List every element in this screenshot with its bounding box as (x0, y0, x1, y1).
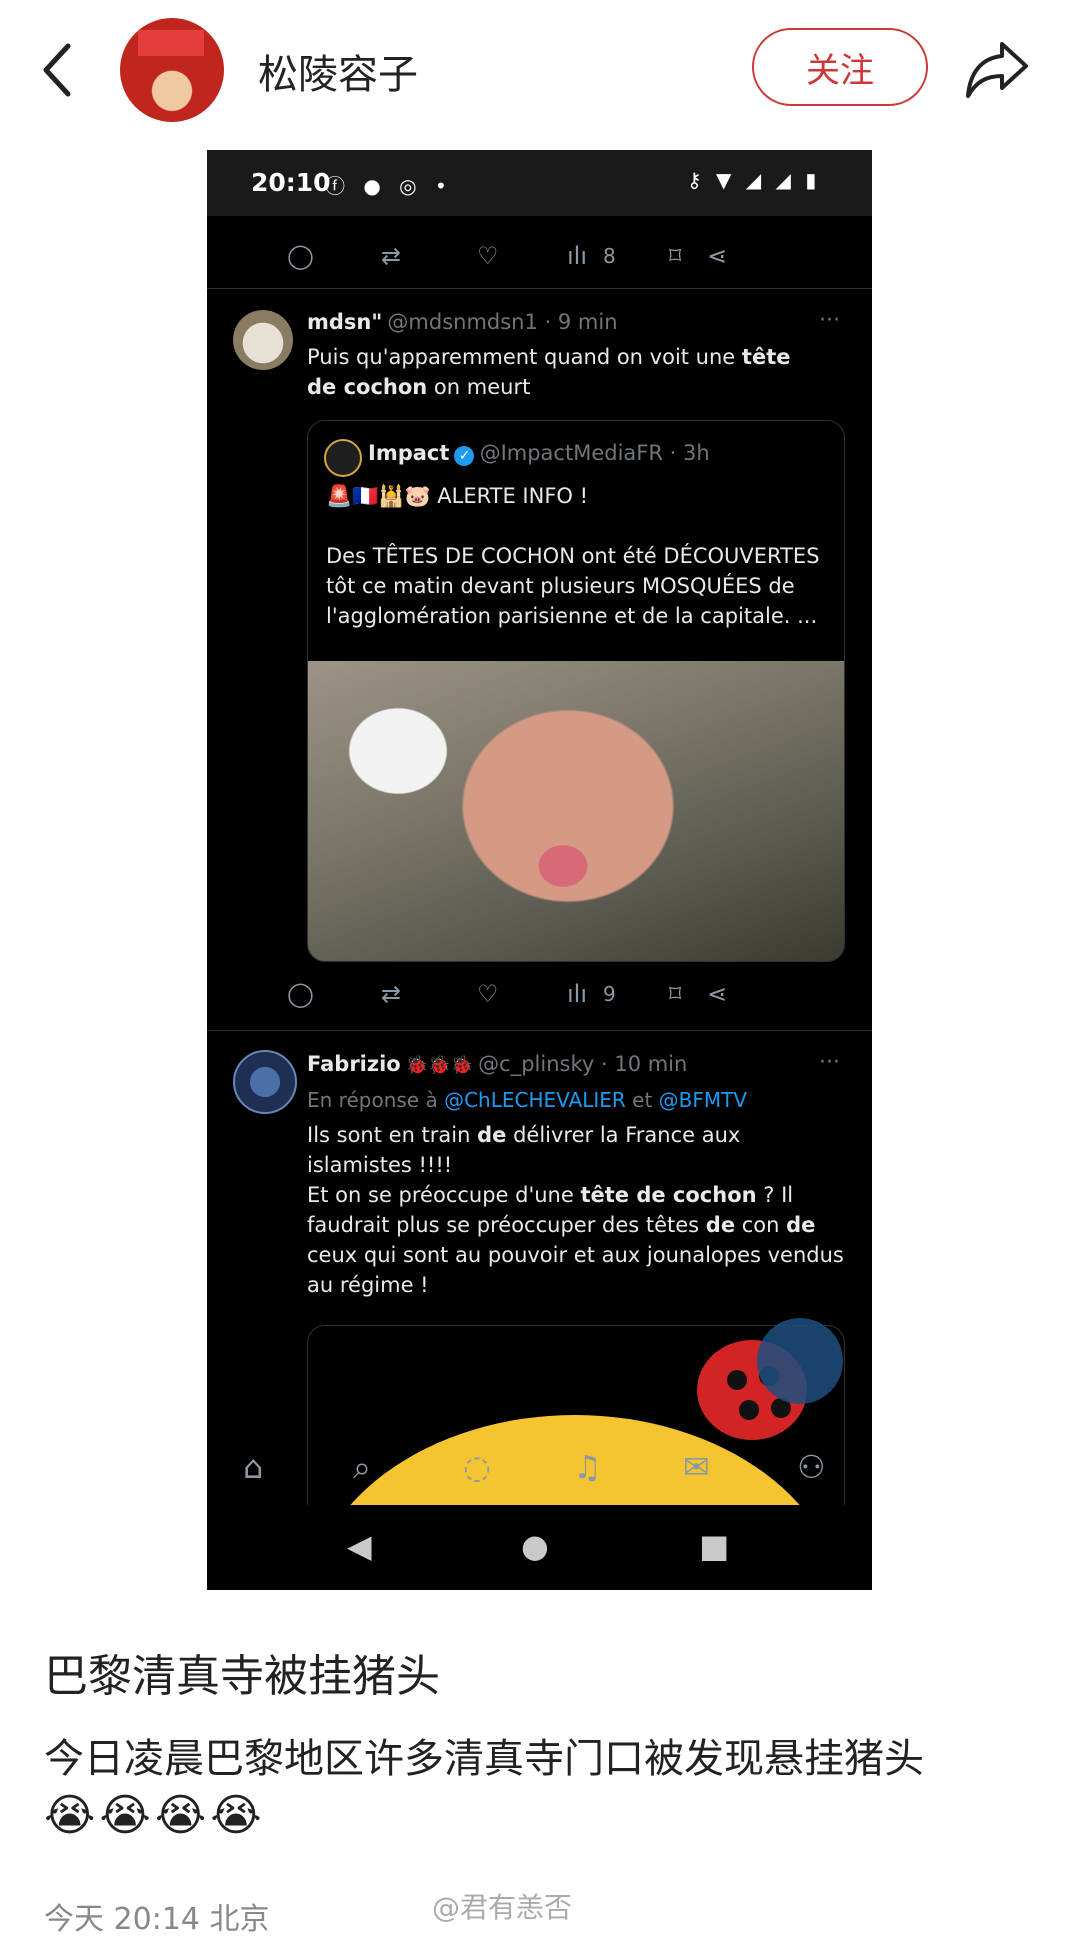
tweet-author-name[interactable]: Fabrizio (307, 1052, 401, 1076)
twitter-bottom-nav: ⌂ ⌕ ◌ ♫ ✉ ⚇ (207, 1440, 872, 1500)
tweet-avatar[interactable] (233, 1050, 297, 1114)
like-icon[interactable]: ♡ (477, 242, 499, 270)
tweet-actions-top: ◯ ⇄ ♡ ılı 8 ⌑ ⋖ (207, 242, 872, 286)
divider (207, 1030, 872, 1031)
views-icon[interactable]: ılı (567, 242, 587, 270)
tweet-screenshot: 20:10 ⓕ ● ◎ • ⚷ ▼ ◢ ◢ ▮ ◯ ⇄ ♡ ılı 8 ⌑ ⋖ … (207, 150, 872, 1590)
home-icon[interactable]: ⌂ (243, 1448, 263, 1486)
reply-icon[interactable]: ◯ (287, 980, 314, 1008)
follow-button[interactable]: 关注 (752, 28, 928, 106)
nav-recents-icon[interactable]: ■ (699, 1527, 729, 1565)
tweet-header: mdsn" @mdsnmdsn1 · 9 min (307, 310, 618, 334)
divider (207, 288, 872, 289)
watermark: @君有恙否 (432, 1891, 573, 1924)
share-small-icon[interactable]: ⋖ (707, 242, 727, 270)
mention-link[interactable]: @ChLECHEVALIER (444, 1088, 626, 1112)
search-icon[interactable]: ⌕ (353, 1448, 371, 1487)
quote-alert: 🚨🇫🇷🕌🐷 ALERTE INFO ! (326, 484, 589, 508)
like-icon[interactable]: ♡ (477, 980, 499, 1008)
post-title: 巴黎清真寺被挂猪头 (44, 1651, 440, 1702)
system-status-icons: ⚷ ▼ ◢ ◢ ▮ (687, 168, 821, 192)
quote-author-name: Impact (368, 441, 450, 465)
tweet-author-name[interactable]: mdsn" (307, 310, 382, 334)
phone-status-bar: 20:10 ⓕ ● ◎ • ⚷ ▼ ◢ ◢ ▮ (207, 150, 872, 216)
quote-header: Impact ✓ @ImpactMediaFR · 3h (368, 441, 710, 466)
ladybug-badges: 🐞🐞🐞 (405, 1055, 474, 1076)
nav-back-icon[interactable]: ◀ (347, 1527, 372, 1565)
share-small-icon[interactable]: ⋖ (707, 980, 727, 1008)
notification-icons: ⓕ ● ◎ • (325, 174, 453, 198)
views-count: 9 (603, 982, 616, 1006)
reply-context: En réponse à @ChLECHEVALIER et @BFMTV (307, 1088, 748, 1112)
retweet-icon[interactable]: ⇄ (381, 980, 401, 1008)
post-meta: 今天 20:14 北京 (44, 1902, 270, 1937)
tweet-avatar[interactable] (233, 310, 293, 370)
quote-handle: @ImpactMediaFR · 3h (479, 441, 710, 465)
author-name[interactable]: 松陵容子 (258, 42, 418, 100)
tweet-text: Puis qu'apparemment quand on voit une tê… (307, 345, 791, 399)
status-time: 20:10 (251, 168, 331, 197)
quoted-tweet[interactable]: Impact ✓ @ImpactMediaFR · 3h 🚨🇫🇷🕌🐷 ALERT… (307, 420, 845, 962)
tweet-handle[interactable]: @mdsnmdsn1 · 9 min (387, 310, 617, 334)
android-nav-bar: ◀ ● ■ (207, 1505, 872, 1590)
compose-fab-icon[interactable] (757, 1318, 843, 1404)
share-icon[interactable] (964, 38, 1030, 100)
reply-icon[interactable]: ◯ (287, 242, 314, 270)
views-icon[interactable]: ılı (567, 980, 587, 1008)
more-options-icon[interactable]: ··· (819, 1050, 840, 1075)
tweet-actions: ◯ ⇄ ♡ ılı 9 ⌑ ⋖ (207, 980, 872, 1024)
mention-link[interactable]: @BFMTV (659, 1088, 747, 1112)
verified-badge-icon: ✓ (454, 445, 475, 466)
grok-icon[interactable]: ◌ (463, 1448, 491, 1486)
retweet-icon[interactable]: ⇄ (381, 242, 401, 270)
post-body: 今日凌晨巴黎地区许多清真寺门口被发现悬挂猪头 (44, 1736, 924, 1782)
messages-icon[interactable]: ✉ (683, 1448, 710, 1486)
communities-icon[interactable]: ⚇ (797, 1448, 826, 1486)
tweet-header: Fabrizio 🐞🐞🐞 @c_plinsky · 10 min (307, 1052, 687, 1076)
more-options-icon[interactable]: ··· (819, 308, 840, 333)
bookmark-icon[interactable]: ⌑ (669, 980, 681, 1008)
quote-image[interactable] (308, 661, 844, 961)
notifications-icon[interactable]: ♫ (573, 1448, 602, 1486)
impact-logo-icon (324, 439, 362, 477)
tweet-text: Ils sont en train de délivrer la France … (307, 1123, 844, 1297)
nav-home-icon[interactable]: ● (521, 1527, 549, 1565)
tweet-handle[interactable]: @c_plinsky · 10 min (478, 1052, 687, 1076)
bookmark-icon[interactable]: ⌑ (669, 242, 681, 270)
author-avatar[interactable] (120, 18, 224, 122)
crying-emojis: 😭😭😭😭 (44, 1790, 266, 1841)
quote-body: Des TÊTES DE COCHON ont été DÉCOUVERTES … (326, 544, 820, 628)
views-count: 8 (603, 244, 616, 268)
back-chevron-icon[interactable] (38, 40, 78, 100)
